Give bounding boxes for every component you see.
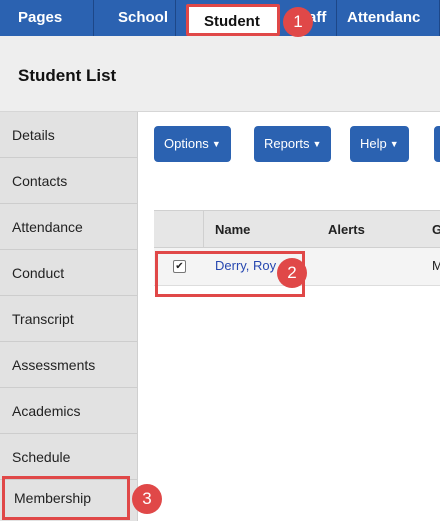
callout-badge-1: 1 (283, 7, 313, 37)
reports-button-label: Reports (264, 136, 310, 151)
tab-student[interactable]: Student (186, 4, 280, 36)
tab-attendance[interactable]: Attendanc (336, 0, 440, 36)
column-header-alerts[interactable]: Alerts (328, 211, 365, 249)
caret-down-icon: ▼ (389, 139, 399, 149)
caret-down-icon: ▼ (211, 139, 221, 149)
column-header-grade[interactable]: G (432, 211, 440, 249)
more-toolbar-button[interactable] (434, 126, 440, 162)
caret-down-icon: ▼ (312, 139, 322, 149)
tab-school[interactable]: School (94, 0, 176, 36)
table-header: Name Alerts G (154, 210, 440, 248)
sidebar-item-assessments[interactable]: Assessments (0, 342, 137, 388)
column-header-name[interactable]: Name (215, 211, 250, 249)
sidebar-item-transcript[interactable]: Transcript (0, 296, 137, 342)
help-button-label: Help (360, 136, 387, 151)
student-name-link[interactable]: Derry, Roy (215, 248, 276, 284)
sidebar-item-attendance[interactable]: Attendance (0, 204, 137, 250)
reports-button[interactable]: Reports ▼ (254, 126, 332, 162)
callout-badge-3: 3 (132, 484, 162, 514)
options-button[interactable]: Options ▼ (154, 126, 231, 162)
main-content: Options ▼ Reports ▼ Help ▼ Name Alerts G ✔ … (138, 112, 440, 521)
sidebar-item-details[interactable]: Details (0, 112, 137, 158)
student-grade: M (432, 258, 440, 273)
options-button-label: Options (164, 136, 209, 151)
select-column-header (154, 211, 204, 247)
tab-pages[interactable]: Pages (0, 0, 94, 36)
page-title: Student List (18, 66, 117, 85)
sidebar-item-conduct[interactable]: Conduct (0, 250, 137, 296)
sidebar-item-contacts[interactable]: Contacts (0, 158, 137, 204)
page-header: Student List (0, 36, 440, 112)
sidebar-item-membership[interactable]: Membership (2, 476, 130, 520)
top-navigation-bar: Pages School Attendanc aff Student (0, 0, 440, 36)
sidebar-item-academics[interactable]: Academics (0, 388, 137, 434)
callout-badge-2: 2 (277, 258, 307, 288)
sidebar-item-schedule[interactable]: Schedule (0, 434, 137, 480)
help-button[interactable]: Help ▼ (350, 126, 409, 162)
sidebar: Details Contacts Attendance Conduct Tran… (0, 112, 138, 521)
row-checkbox[interactable]: ✔ (173, 260, 186, 273)
